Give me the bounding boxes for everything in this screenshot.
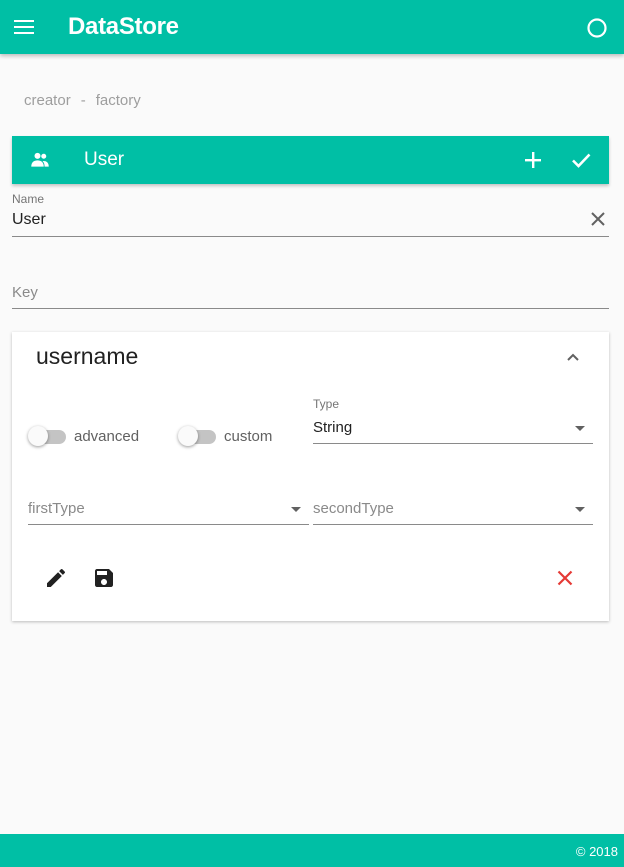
save-icon[interactable] [92,566,116,590]
advanced-toggle-thumb[interactable] [28,426,48,446]
key-field[interactable]: Key [12,270,609,309]
custom-toggle-label: custom [224,428,273,445]
copyright-text: © 2018 [575,844,618,859]
chevron-up-icon[interactable] [564,348,582,366]
entity-toolbar: User [12,136,609,184]
edit-icon[interactable] [44,566,68,590]
breadcrumb-item-factory[interactable]: factory [96,92,141,109]
attribute-card: username advanced custom Type String fir… [12,332,609,621]
second-type-select[interactable]: secondType [313,498,593,525]
app-bar: DataStore [0,0,624,54]
custom-toggle-thumb[interactable] [178,426,198,446]
type-dropdown-arrow-icon [575,426,585,431]
attribute-title: username [36,343,139,369]
name-field-label: Name [12,192,45,206]
menu-icon[interactable] [14,17,34,37]
footer: © 2018 [0,834,624,867]
first-type-select[interactable]: firstType [28,498,309,525]
type-select-value: String [313,419,353,436]
close-icon[interactable] [553,566,577,590]
add-icon[interactable] [522,149,544,171]
second-type-dropdown-arrow-icon [575,507,585,512]
type-select-label: Type [313,397,340,411]
check-icon[interactable] [570,149,592,171]
app-title: DataStore [68,13,179,40]
first-type-dropdown-arrow-icon [291,507,301,512]
custom-toggle[interactable]: custom [178,426,288,447]
circle-status-icon[interactable] [586,17,608,39]
breadcrumb-separator: - [80,92,86,109]
type-select[interactable]: Type String [313,397,593,444]
breadcrumb-item-creator[interactable]: creator [24,92,71,109]
name-field-value[interactable]: User [12,211,46,229]
second-type-placeholder: secondType [313,500,394,517]
name-field[interactable]: Name User [12,190,609,237]
group-icon [31,152,49,167]
entity-title: User [84,149,125,170]
key-field-placeholder: Key [12,284,38,301]
clear-icon[interactable] [589,210,607,228]
first-type-placeholder: firstType [28,500,85,517]
advanced-toggle[interactable]: advanced [28,426,148,447]
advanced-toggle-label: advanced [74,428,140,445]
breadcrumb: creator - factory [24,92,141,109]
